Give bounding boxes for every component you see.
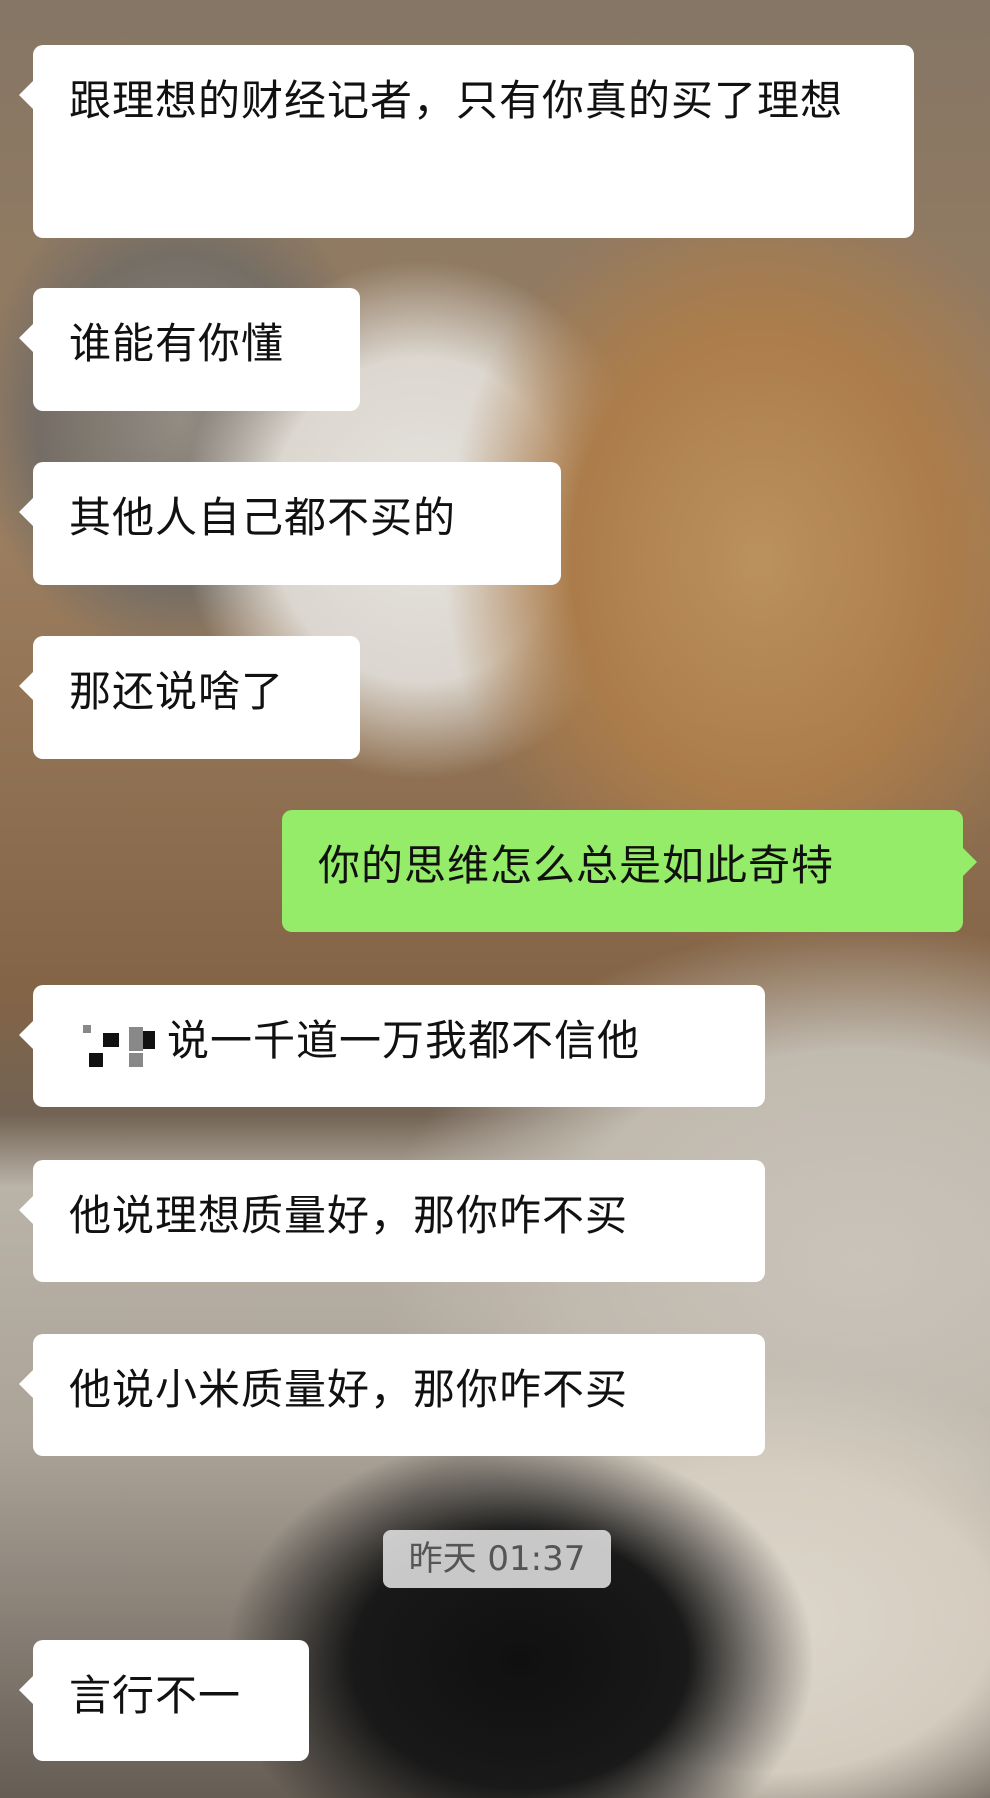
message-bubble-incoming[interactable]: 那还说啥了 <box>19 636 360 759</box>
message-bubble-incoming[interactable]: 他说小米质量好，那你咋不买 <box>19 1334 765 1456</box>
message-bubble-incoming[interactable]: 他说理想质量好，那你咋不买 <box>19 1160 765 1282</box>
message-text: 说一千道一万我都不信他 <box>167 1016 641 1065</box>
message-text: 其他人自己都不买的 <box>69 493 457 542</box>
message-text: 你的思维怎么总是如此奇特 <box>318 841 835 890</box>
redacted-name-mosaic <box>69 1013 167 1069</box>
message-text: 言行不一 <box>69 1671 242 1720</box>
message-bubble-incoming[interactable]: 谁能有你懂 <box>19 288 360 411</box>
message-text: 他说小米质量好，那你咋不买 <box>69 1365 629 1414</box>
message-bubble-incoming[interactable]: 跟理想的财经记者，只有你真的买了理想 <box>19 45 914 238</box>
message-bubble-incoming[interactable]: 说一千道一万我都不信他 <box>19 985 765 1107</box>
message-timestamp: 昨天 01:37 <box>383 1530 611 1588</box>
chat-message-list[interactable]: 跟理想的财经记者，只有你真的买了理想 谁能有你懂 其他人自己都不买的 那还说啥了… <box>0 0 990 1798</box>
message-bubble-outgoing[interactable]: 你的思维怎么总是如此奇特 <box>282 810 977 932</box>
message-bubble-incoming[interactable]: 其他人自己都不买的 <box>19 462 561 585</box>
message-text: 他说理想质量好，那你咋不买 <box>69 1191 629 1240</box>
message-text: 那还说啥了 <box>69 667 285 716</box>
message-text: 跟理想的财经记者，只有你真的买了理想 <box>69 76 844 125</box>
message-text: 谁能有你懂 <box>69 319 285 368</box>
message-bubble-incoming[interactable]: 言行不一 <box>19 1640 309 1761</box>
